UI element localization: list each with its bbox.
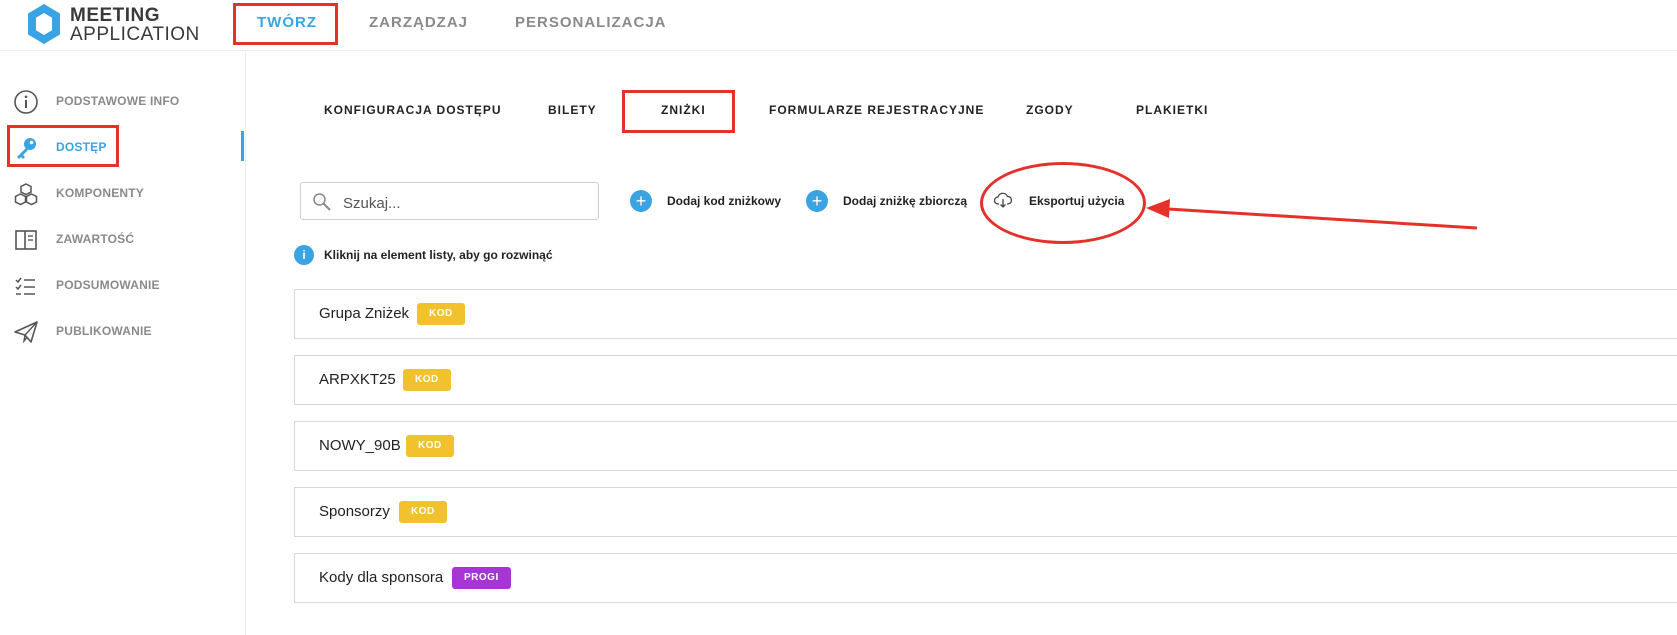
tab-formularze-rejestracyjne[interactable]: FORMULARZE REJESTRACYJNE <box>769 103 984 117</box>
badge-kod: KOD <box>403 369 451 391</box>
sidebar-item-label: ZAWARTOŚĆ <box>56 232 135 246</box>
tab-bilety[interactable]: BILETY <box>548 103 597 117</box>
sidebar-item-label: PODSUMOWANIE <box>56 278 160 292</box>
badge-kod: KOD <box>417 303 465 325</box>
add-discount-code-label: Dodaj kod zniżkowy <box>667 194 782 208</box>
discount-name: ARPXKT25 <box>319 371 396 388</box>
plus-icon: + <box>630 190 652 212</box>
tab-plakietki[interactable]: PLAKIETKI <box>1136 103 1208 117</box>
export-usage-label: Eksportuj użycia <box>1029 194 1125 208</box>
book-layout-icon <box>15 230 37 250</box>
sidebar-item-podstawowe-info[interactable]: PODSTAWOWE INFO <box>0 81 245 121</box>
sidebar-item-dostep[interactable]: DOSTĘP <box>0 127 245 167</box>
discount-name: Grupa Zniżek <box>319 305 410 322</box>
checklist-icon <box>15 277 35 295</box>
sidebar-item-zawartosc[interactable]: ZAWARTOŚĆ <box>0 219 245 259</box>
topnav-tworz[interactable]: TWÓRZ <box>257 0 317 44</box>
sidebar-item-label: PUBLIKOWANIE <box>56 324 152 338</box>
tab-zgody[interactable]: ZGODY <box>1026 103 1074 117</box>
tab-znizki[interactable]: ZNIŻKI <box>661 103 706 117</box>
cubes-icon <box>14 183 38 206</box>
topnav-personalizacja[interactable]: PERSONALIZACJA <box>515 0 667 44</box>
discount-row[interactable]: Sponsorzy KOD <box>294 487 1677 537</box>
hexagon-logo-icon <box>28 4 60 44</box>
search-input[interactable] <box>341 192 585 214</box>
sidebar-item-podsumowanie[interactable]: PODSUMOWANIE <box>0 265 245 305</box>
logo-line-1: MEETING <box>70 5 161 26</box>
cloud-download-icon <box>994 192 1012 208</box>
sidebar-item-label: KOMPONENTY <box>56 186 145 200</box>
topnav-zarzadzaj[interactable]: ZARZĄDZAJ <box>369 0 468 44</box>
plus-icon: + <box>806 190 828 212</box>
add-bulk-discount-label: Dodaj zniżkę zbiorczą <box>843 194 968 208</box>
key-icon <box>17 138 36 159</box>
search-icon <box>313 193 331 211</box>
info-icon: i <box>294 245 314 265</box>
discount-row[interactable]: NOWY_90B KOD <box>294 421 1677 471</box>
tab-konfiguracja-dostepu[interactable]: KONFIGURACJA DOSTĘPU <box>324 103 502 117</box>
paper-plane-icon <box>14 321 38 344</box>
discount-row[interactable]: Kody dla sponsora PROGI <box>294 553 1677 603</box>
badge-progi: PROGI <box>452 567 511 589</box>
logo-text: MEETING APPLICATION <box>70 6 200 44</box>
discount-name: NOWY_90B <box>319 437 401 454</box>
sidebar-item-label: PODSTAWOWE INFO <box>56 94 180 108</box>
sidebar-item-label: DOSTĘP <box>56 140 107 154</box>
discount-row[interactable]: Grupa Zniżek KOD <box>294 289 1677 339</box>
sidebar: PODSTAWOWE INFO DOSTĘP KOMPONENTY ZAWART… <box>0 51 246 635</box>
info-circle-icon <box>14 90 38 114</box>
badge-kod: KOD <box>406 435 454 457</box>
badge-kod: KOD <box>399 501 447 523</box>
info-hint-text: Kliknij na element listy, aby go rozwiną… <box>324 248 553 262</box>
discount-name: Sponsorzy <box>319 503 390 520</box>
sidebar-active-indicator <box>241 131 244 161</box>
discount-name: Kody dla sponsora <box>319 569 444 586</box>
top-bar: MEETING APPLICATION TWÓRZ ZARZĄDZAJ PERS… <box>0 0 1677 51</box>
sidebar-item-komponenty[interactable]: KOMPONENTY <box>0 173 245 213</box>
logo-line-2: APPLICATION <box>70 24 200 45</box>
search-box[interactable] <box>300 182 599 220</box>
sidebar-item-publikowanie[interactable]: PUBLIKOWANIE <box>0 311 245 351</box>
discount-row[interactable]: ARPXKT25 KOD <box>294 355 1677 405</box>
